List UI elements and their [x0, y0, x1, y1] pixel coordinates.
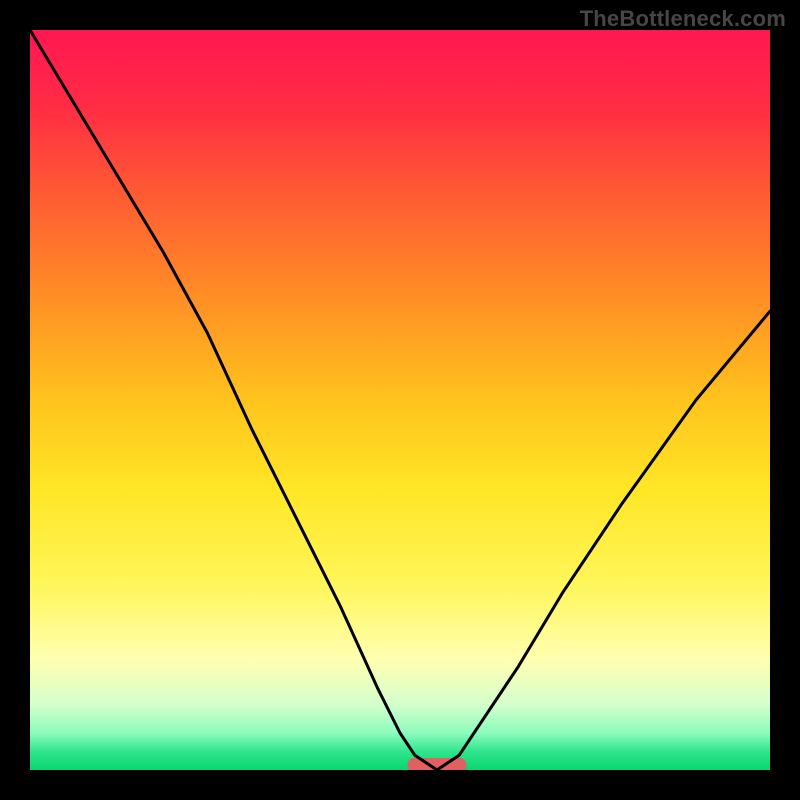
- plot-area: [30, 30, 770, 770]
- bottleneck-chart: [30, 30, 770, 770]
- chart-frame: TheBottleneck.com: [0, 0, 800, 800]
- gradient-background: [30, 30, 770, 770]
- watermark-text: TheBottleneck.com: [580, 6, 786, 32]
